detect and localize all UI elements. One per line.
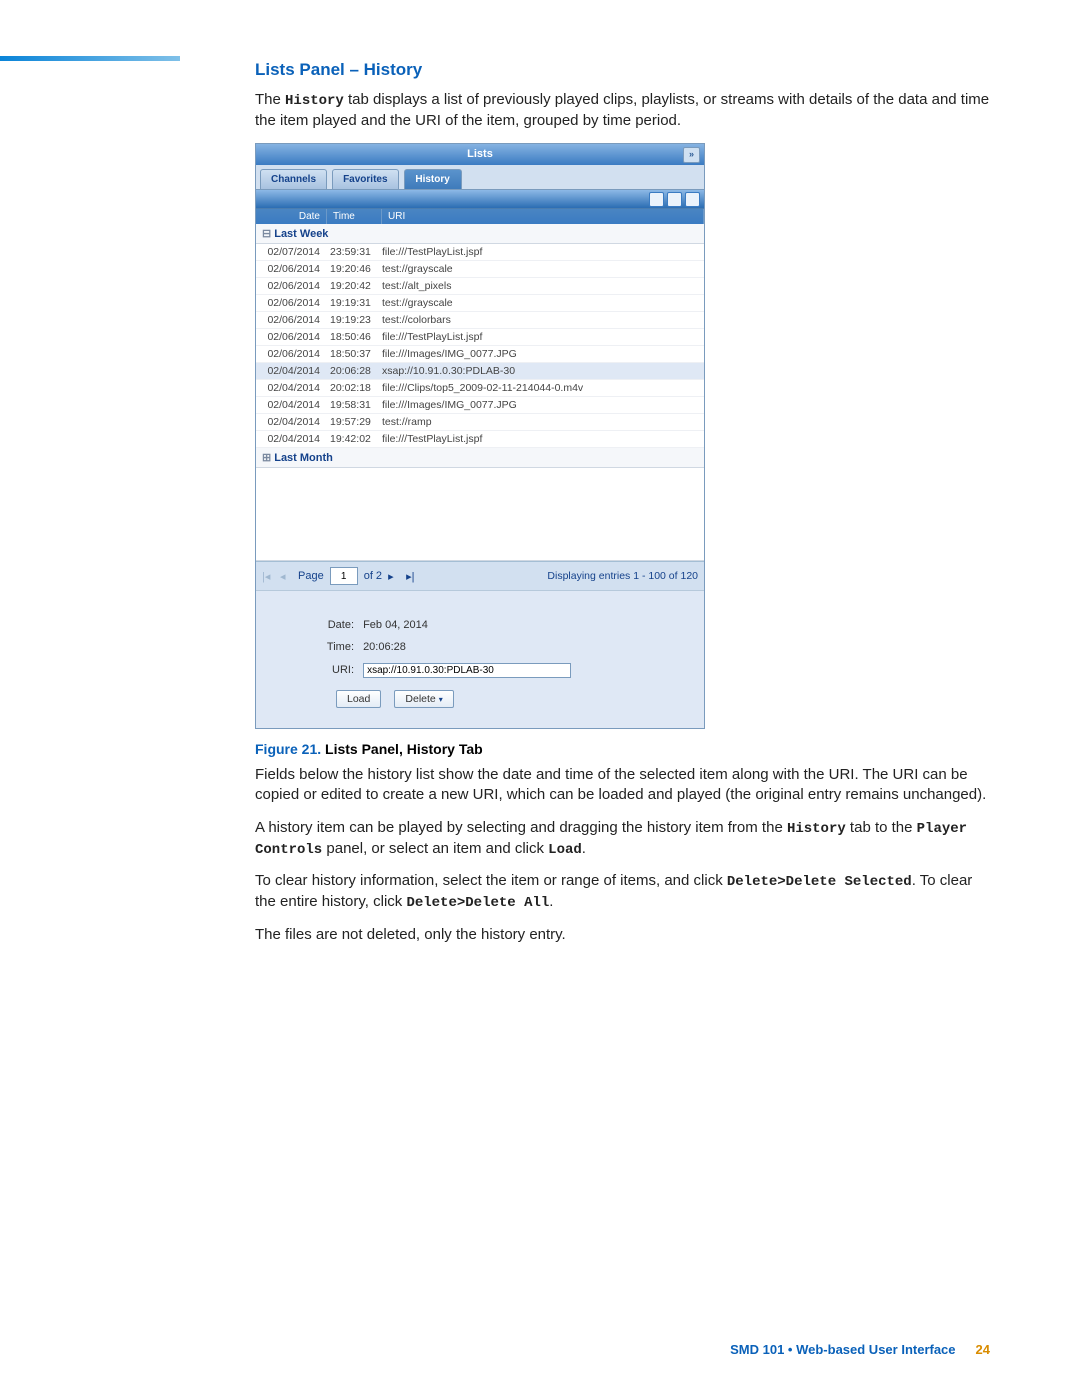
cell-uri: test://colorbars: [378, 312, 704, 328]
group-header[interactable]: ⊞Last Month: [256, 448, 704, 468]
cell-date: 02/07/2014: [256, 244, 326, 260]
detail-date-value: Feb 04, 2014: [363, 619, 428, 631]
col-time[interactable]: Time: [327, 209, 382, 224]
cell-date: 02/06/2014: [256, 329, 326, 345]
tab-favorites[interactable]: Favorites: [332, 169, 398, 189]
table-row[interactable]: 02/07/201423:59:31file:///TestPlayList.j…: [256, 244, 704, 261]
cell-date: 02/06/2014: [256, 278, 326, 294]
table-row[interactable]: 02/04/201419:58:31file:///Images/IMG_007…: [256, 397, 704, 414]
col-date[interactable]: Date: [256, 209, 327, 224]
detail-time-value: 20:06:28: [363, 641, 406, 653]
cell-time: 19:57:29: [326, 414, 378, 430]
details-form: Date: Feb 04, 2014 Time: 20:06:28 URI: L…: [256, 590, 704, 728]
cell-time: 19:20:46: [326, 261, 378, 277]
table-row[interactable]: 02/04/201419:42:02file:///TestPlayList.j…: [256, 431, 704, 448]
drag-paragraph: A history item can be played by selectin…: [255, 818, 990, 860]
cell-uri: test://grayscale: [378, 295, 704, 311]
collapse-icon[interactable]: »: [683, 147, 700, 163]
cell-date: 02/04/2014: [256, 414, 326, 430]
column-headers: Date Time URI: [256, 209, 704, 224]
cell-uri: file:///TestPlayList.jspf: [378, 431, 704, 447]
table-row[interactable]: 02/06/201419:20:42test://alt_pixels: [256, 278, 704, 295]
table-row[interactable]: 02/06/201418:50:46file:///TestPlayList.j…: [256, 329, 704, 346]
cell-date: 02/06/2014: [256, 295, 326, 311]
tool-icon-2[interactable]: [667, 192, 682, 207]
load-button[interactable]: Load: [336, 690, 381, 708]
tool-icon-3[interactable]: [685, 192, 700, 207]
cell-date: 02/04/2014: [256, 431, 326, 447]
cell-uri: file:///Clips/top5_2009-02-11-214044-0.m…: [378, 380, 704, 396]
pager-display: Displaying entries 1 - 100 of 120: [547, 570, 698, 582]
cell-uri: test://ramp: [378, 414, 704, 430]
cell-date: 02/04/2014: [256, 380, 326, 396]
tab-strip: Channels Favorites History: [256, 165, 704, 189]
cell-uri: xsap://10.91.0.30:PDLAB-30: [378, 363, 704, 379]
cell-uri: file:///TestPlayList.jspf: [378, 244, 704, 260]
cell-time: 19:20:42: [326, 278, 378, 294]
cell-date: 02/06/2014: [256, 346, 326, 362]
pager: |◂ ◂ Page of 2 ▸ ▸| Displaying entries 1…: [256, 561, 704, 590]
cell-time: 18:50:37: [326, 346, 378, 362]
table-row[interactable]: 02/06/201419:19:31test://grayscale: [256, 295, 704, 312]
pager-first-icon[interactable]: |◂: [262, 570, 274, 582]
fields-paragraph: Fields below the history list show the d…: [255, 765, 990, 806]
blank-area: [256, 468, 704, 561]
pager-of-label: of 2: [364, 570, 382, 582]
pager-last-icon[interactable]: ▸|: [406, 570, 418, 582]
table-row[interactable]: 02/04/201420:02:18file:///Clips/top5_200…: [256, 380, 704, 397]
cell-date: 02/04/2014: [256, 363, 326, 379]
toolbar-bar: [256, 189, 704, 209]
panel-header: Lists »: [256, 144, 704, 165]
history-term: History: [285, 93, 344, 109]
cell-time: 19:58:31: [326, 397, 378, 413]
pager-next-icon[interactable]: ▸: [388, 570, 400, 582]
table-row[interactable]: 02/06/201418:50:37file:///Images/IMG_007…: [256, 346, 704, 363]
cell-uri: test://alt_pixels: [378, 278, 704, 294]
detail-date-label: Date:: [316, 619, 354, 631]
tool-icon-1[interactable]: [649, 192, 664, 207]
cell-time: 19:42:02: [326, 431, 378, 447]
panel-title: Lists: [467, 148, 493, 160]
cell-time: 23:59:31: [326, 244, 378, 260]
table-row[interactable]: 02/06/201419:20:46test://grayscale: [256, 261, 704, 278]
cell-date: 02/04/2014: [256, 397, 326, 413]
col-uri[interactable]: URI: [382, 209, 704, 224]
history-grid: ⊟Last Week02/07/201423:59:31file:///Test…: [256, 224, 704, 561]
cell-time: 20:02:18: [326, 380, 378, 396]
detail-uri-label: URI:: [316, 664, 354, 676]
delete-button[interactable]: Delete▾: [394, 690, 453, 708]
tab-channels[interactable]: Channels: [260, 169, 327, 189]
pager-prev-icon[interactable]: ◂: [280, 570, 292, 582]
cell-uri: file:///TestPlayList.jspf: [378, 329, 704, 345]
cell-date: 02/06/2014: [256, 261, 326, 277]
intro-paragraph: The History tab displays a list of previ…: [255, 90, 990, 131]
pager-page-label: Page: [298, 570, 324, 582]
cell-time: 19:19:31: [326, 295, 378, 311]
table-row[interactable]: 02/06/201419:19:23test://colorbars: [256, 312, 704, 329]
figure-caption: Figure 21. Lists Panel, History Tab: [255, 741, 990, 757]
caret-down-icon: ▾: [439, 695, 443, 704]
section-title: Lists Panel – History: [255, 60, 990, 80]
files-paragraph: The files are not deleted, only the hist…: [255, 925, 990, 945]
table-row[interactable]: 02/04/201420:06:28xsap://10.91.0.30:PDLA…: [256, 363, 704, 380]
cell-time: 19:19:23: [326, 312, 378, 328]
cell-time: 18:50:46: [326, 329, 378, 345]
group-header[interactable]: ⊟Last Week: [256, 224, 704, 244]
page-footer: SMD 101 • Web-based User Interface24: [730, 1342, 990, 1357]
clear-paragraph: To clear history information, select the…: [255, 871, 990, 913]
accent-bar: [0, 56, 180, 61]
table-row[interactable]: 02/04/201419:57:29test://ramp: [256, 414, 704, 431]
cell-time: 20:06:28: [326, 363, 378, 379]
detail-time-label: Time:: [316, 641, 354, 653]
cell-uri: file:///Images/IMG_0077.JPG: [378, 346, 704, 362]
lists-panel: Lists » Channels Favorites History Date …: [255, 143, 705, 729]
tab-history[interactable]: History: [404, 169, 462, 189]
cell-uri: file:///Images/IMG_0077.JPG: [378, 397, 704, 413]
cell-date: 02/06/2014: [256, 312, 326, 328]
pager-page-input[interactable]: [330, 567, 358, 585]
detail-uri-input[interactable]: [363, 663, 571, 678]
cell-uri: test://grayscale: [378, 261, 704, 277]
